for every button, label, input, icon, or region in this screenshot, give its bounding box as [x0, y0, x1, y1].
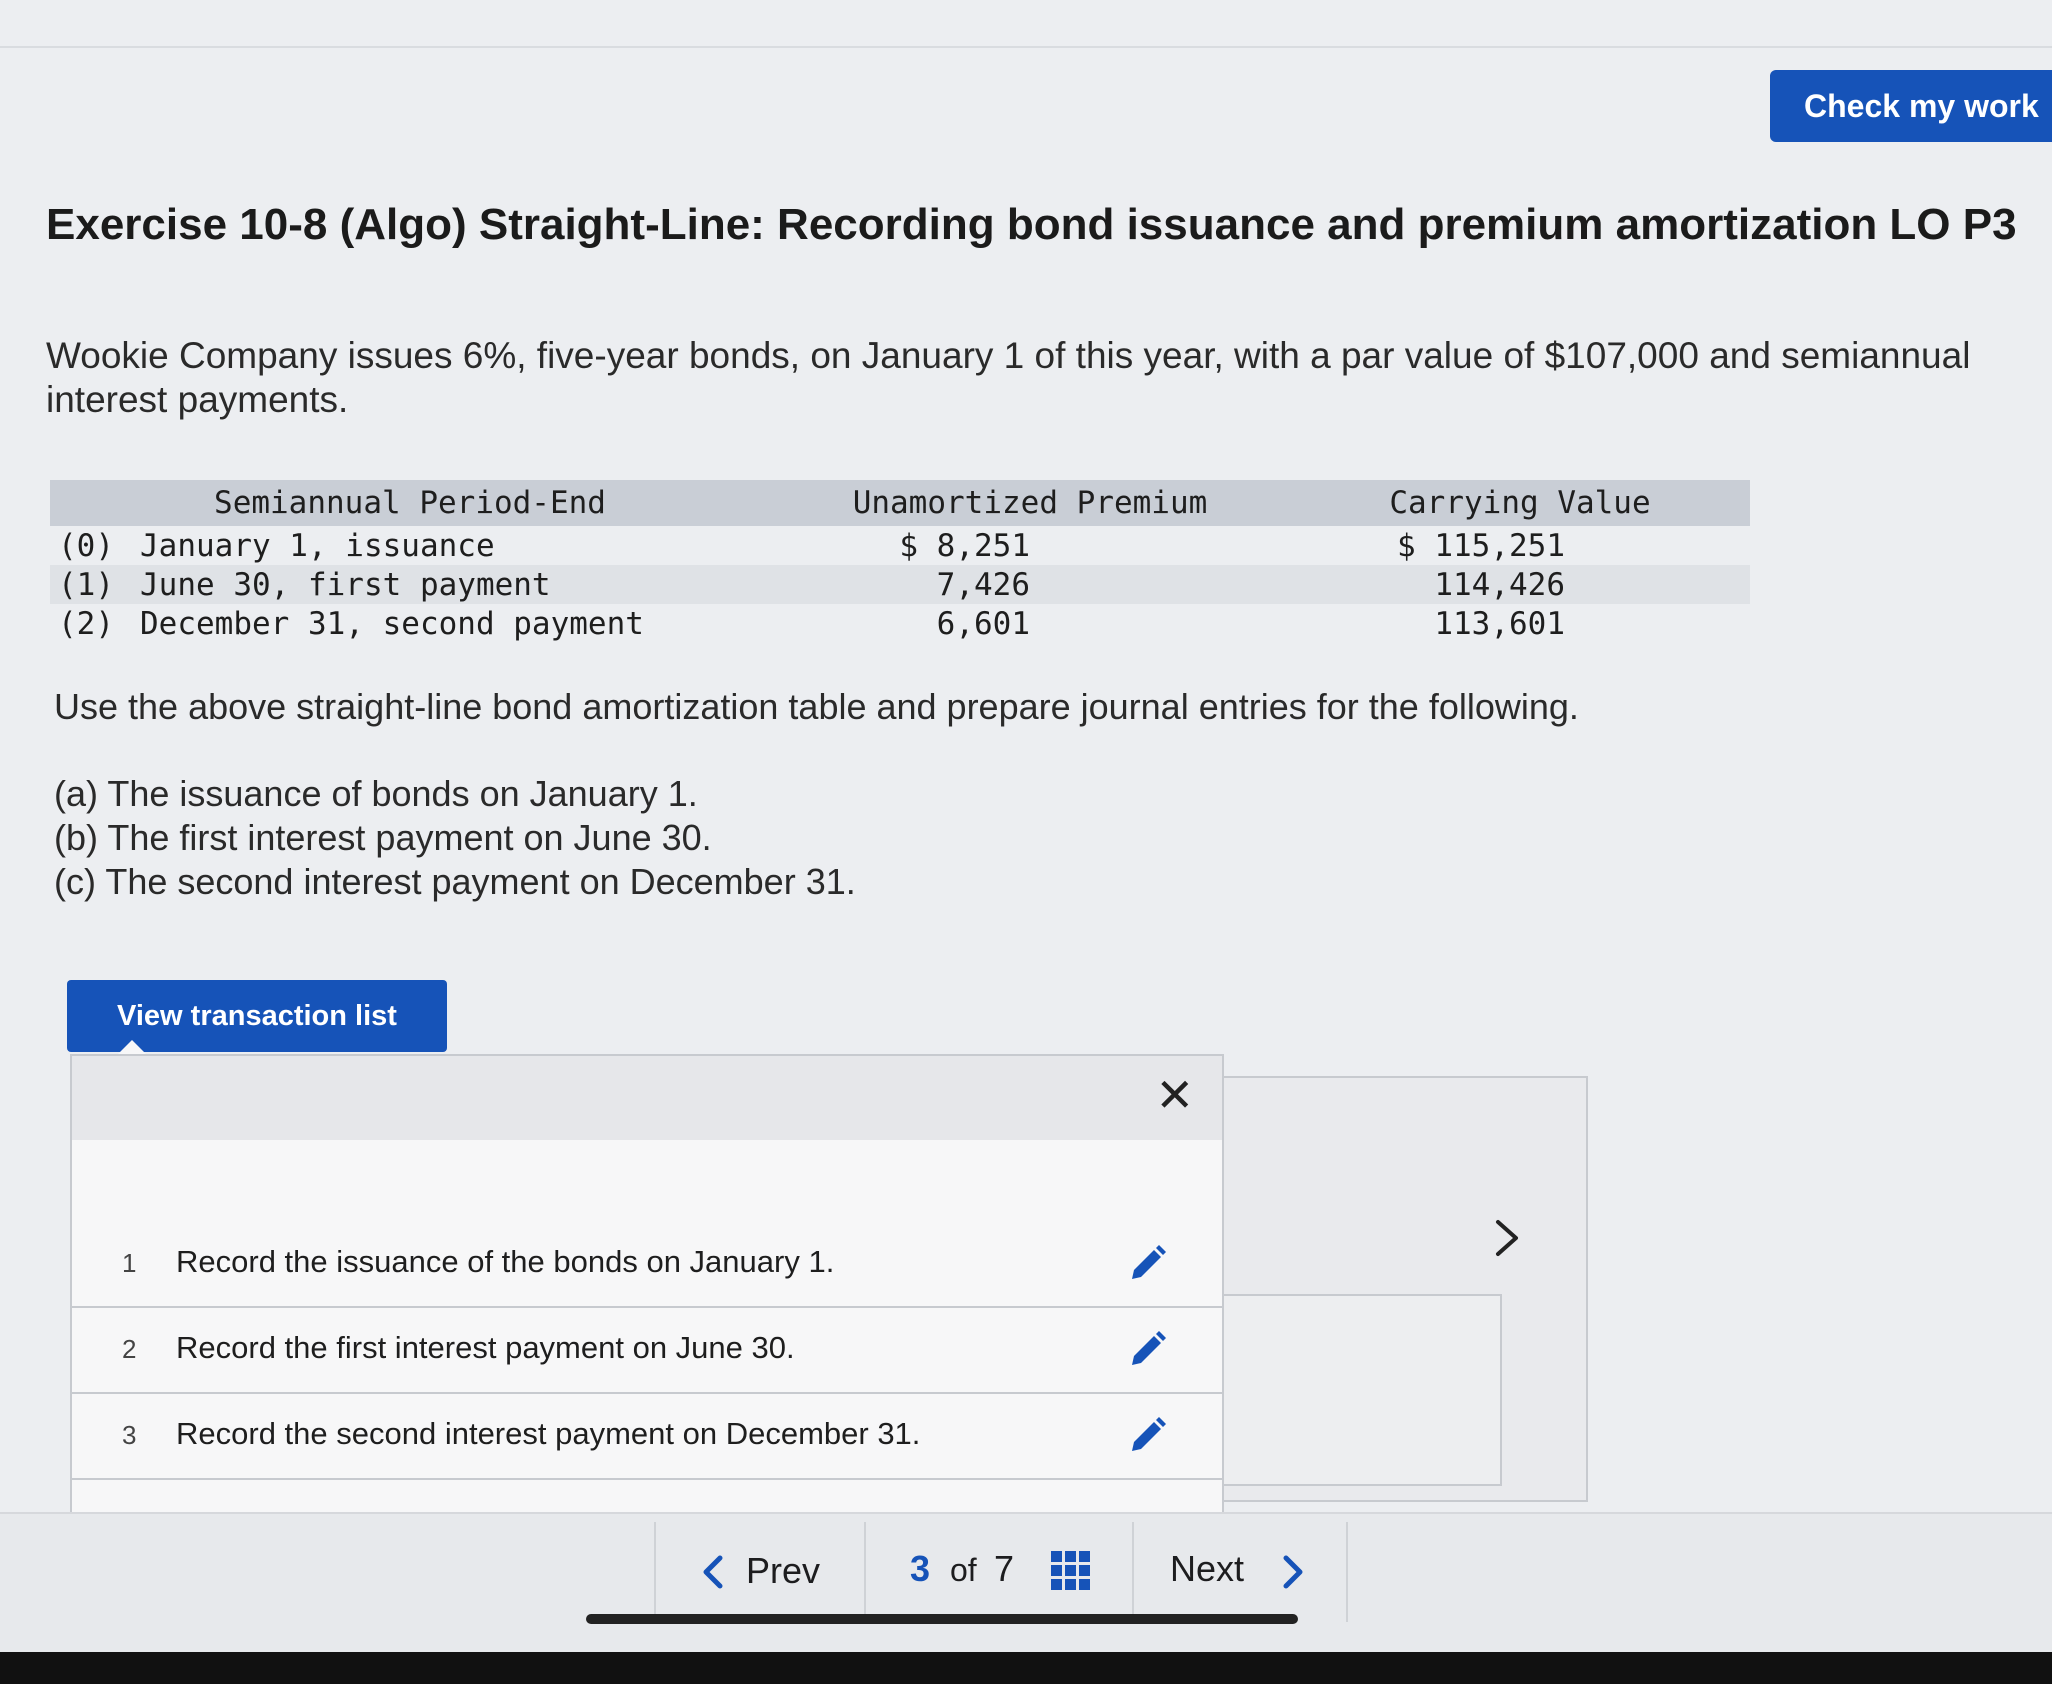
part-item: (b) The first interest payment on June 3… [54, 817, 712, 858]
current-page: 3 [910, 1548, 931, 1589]
pagination: Prev 3 of 7 Next [654, 1522, 1348, 1622]
row-carrying: 114,426 [1434, 566, 1565, 603]
scroll-indicator [586, 1614, 1298, 1624]
row-carrying: $ 115,251 [1397, 527, 1565, 564]
transaction-number: 1 [122, 1248, 137, 1278]
check-my-work-button[interactable]: Check my work [1770, 70, 2052, 142]
pencil-icon[interactable] [1124, 1412, 1170, 1463]
transaction-label: Record the issuance of the bonds on Janu… [176, 1244, 835, 1279]
row-index: (1) [58, 566, 114, 603]
table-row: (1) June 30, first payment 7,426 114,426 [50, 565, 1750, 604]
transaction-row[interactable]: 1 Record the issuance of the bonds on Ja… [72, 1222, 1222, 1308]
top-divider [0, 46, 2052, 48]
chevron-right-icon[interactable] [1278, 1552, 1308, 1597]
parts-list: (a) The issuance of bonds on January 1. … [54, 772, 856, 904]
instruction-text: Use the above straight-line bond amortiz… [54, 686, 1579, 727]
next-button[interactable]: Next [1170, 1548, 1244, 1590]
transaction-number: 2 [122, 1334, 137, 1364]
grid-icon[interactable] [1050, 1550, 1092, 1597]
transaction-row[interactable]: 3 Record the second interest payment on … [72, 1394, 1222, 1480]
row-index: (0) [58, 527, 114, 564]
prev-button[interactable]: Prev [746, 1550, 820, 1592]
transaction-label: Record the first interest payment on Jun… [176, 1330, 795, 1365]
journal-side-inner [1222, 1294, 1502, 1486]
row-carrying: 113,601 [1434, 605, 1565, 642]
pencil-icon[interactable] [1124, 1240, 1170, 1291]
amortization-table: Semiannual Period-End Unamortized Premiu… [50, 480, 1750, 643]
table-row: (0) January 1, issuance $ 8,251 $ 115,251 [50, 526, 1750, 565]
row-period: December 31, second payment [140, 605, 644, 642]
row-index: (2) [58, 605, 114, 642]
transaction-list-panel: ✕ 1 Record the issuance of the bonds on … [70, 1054, 1224, 1514]
transaction-label: Record the second interest payment on De… [176, 1416, 921, 1451]
transaction-number: 3 [122, 1420, 137, 1450]
row-period: January 1, issuance [140, 527, 495, 564]
panel-header [72, 1056, 1222, 1140]
page-title: Exercise 10-8 (Algo) Straight-Line: Reco… [46, 200, 2017, 249]
pencil-icon[interactable] [1124, 1326, 1170, 1377]
row-premium: 6,601 [936, 605, 1030, 642]
divider [1132, 1522, 1134, 1622]
part-item: (c) The second interest payment on Decem… [54, 861, 856, 902]
part-item: (a) The issuance of bonds on January 1. [54, 773, 698, 814]
screen-bezel [0, 1652, 2052, 1684]
problem-statement: Wookie Company issues 6%, five-year bond… [46, 335, 1971, 420]
column-header-period: Semiannual Period-End [50, 480, 770, 526]
popover-notch [118, 1040, 146, 1054]
row-premium: 7,426 [936, 566, 1030, 603]
total-pages: 7 [994, 1548, 1015, 1589]
column-header-carrying: Carrying Value [1290, 480, 1750, 526]
page-of-label: of [950, 1552, 977, 1588]
row-premium: $ 8,251 [899, 527, 1030, 564]
row-period: June 30, first payment [140, 566, 551, 603]
divider [864, 1522, 866, 1622]
table-row: (2) December 31, second payment 6,601 113… [50, 604, 1750, 643]
chevron-left-icon[interactable] [698, 1552, 728, 1597]
chevron-right-icon[interactable] [1490, 1218, 1524, 1263]
column-header-premium: Unamortized Premium [770, 480, 1290, 526]
close-icon[interactable]: ✕ [1155, 1068, 1194, 1122]
transaction-row[interactable]: 2 Record the first interest payment on J… [72, 1308, 1222, 1394]
